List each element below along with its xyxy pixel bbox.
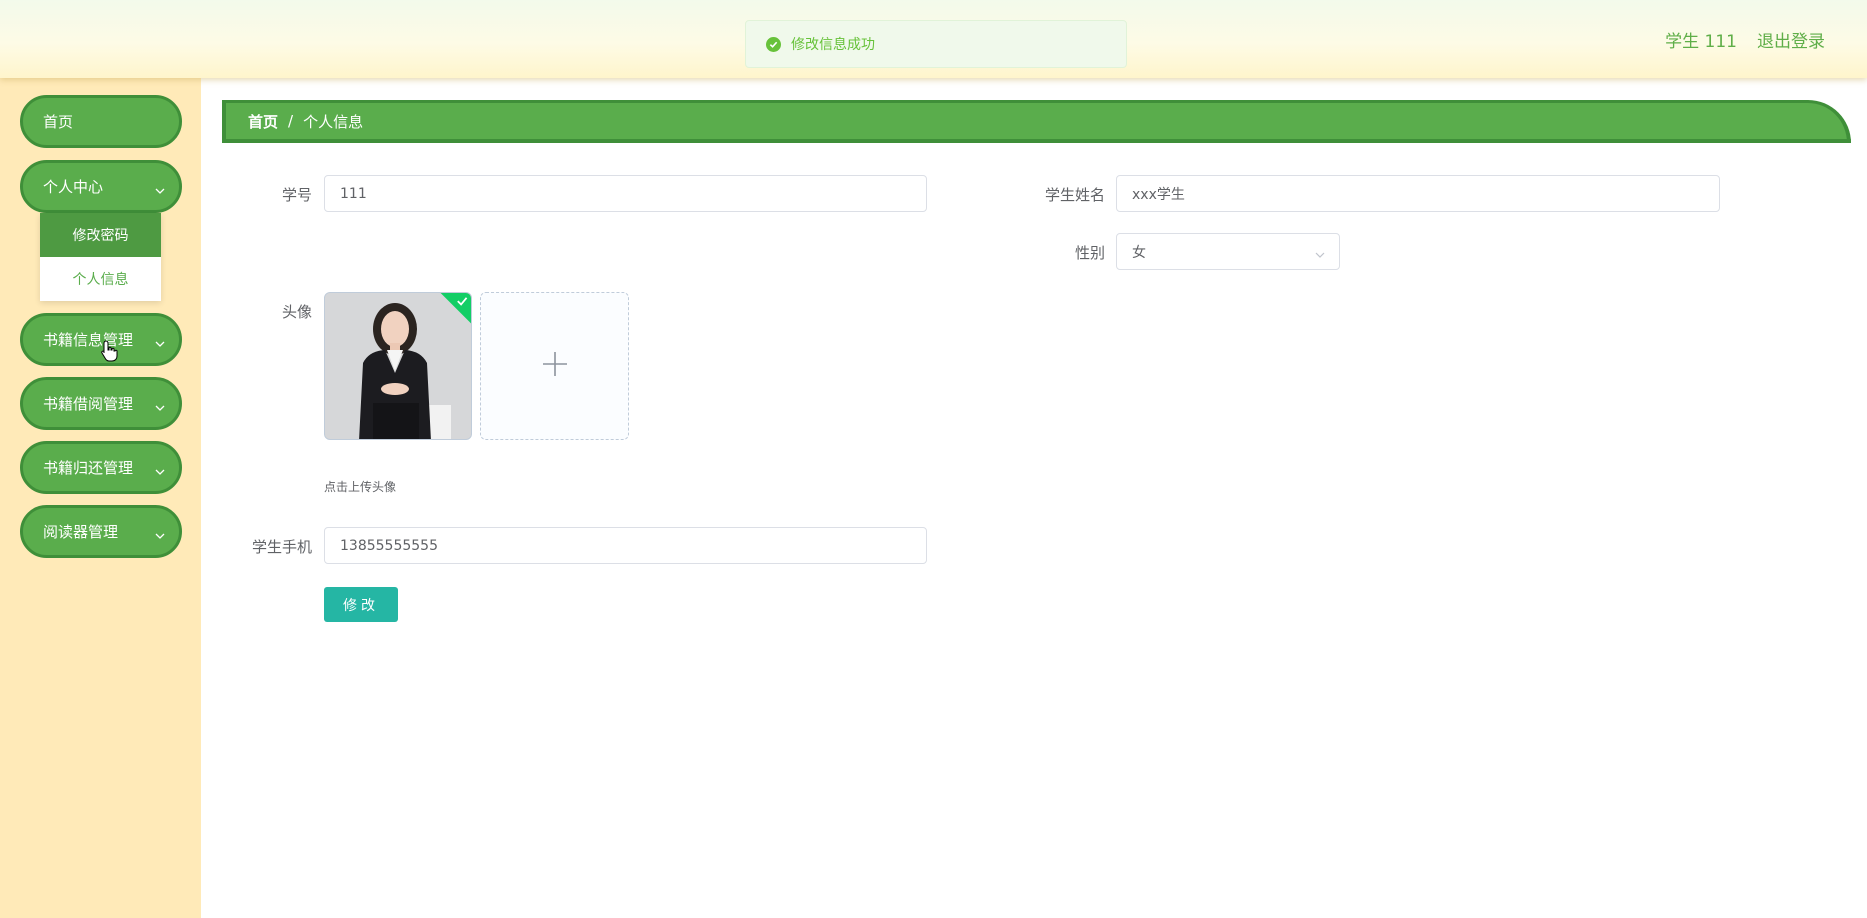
sidebar-item-home[interactable]: 首页 (20, 95, 182, 148)
toast-message: 修改信息成功 (791, 37, 875, 53)
chevron-down-icon (155, 399, 165, 417)
avatar-image[interactable] (324, 292, 472, 440)
logout-link[interactable]: 退出登录 (1757, 27, 1825, 52)
sidebar-item-label: 首页 (43, 113, 74, 131)
sidebar-subitem-personal-info[interactable]: 个人信息 (40, 257, 161, 301)
breadcrumb: 首页 / 个人信息 (222, 100, 1851, 143)
sidebar-submenu-personal-center: 修改密码 个人信息 (40, 213, 161, 301)
sidebar-item-label: 个人中心 (43, 178, 104, 196)
chevron-down-icon (155, 463, 165, 481)
student-id-input[interactable] (324, 175, 927, 212)
phone-input[interactable] (324, 527, 927, 564)
sidebar-item-label: 阅读器管理 (43, 523, 119, 541)
sidebar-item-book-borrow[interactable]: 书籍借阅管理 (20, 377, 182, 430)
student-name-label: 学生姓名 (1044, 186, 1105, 204)
plus-icon (541, 350, 569, 382)
sidebar-item-label: 书籍信息管理 (43, 331, 134, 349)
chevron-down-icon (155, 527, 165, 545)
current-user-name: 学生 111 (1665, 32, 1737, 52)
breadcrumb-current: 个人信息 (303, 112, 364, 131)
gender-select[interactable]: 女 (1116, 233, 1340, 270)
sidebar-subitem-label: 个人信息 (72, 272, 129, 288)
chevron-down-icon (155, 182, 165, 200)
check-circle-icon (766, 36, 781, 52)
avatar-upload-button[interactable] (480, 292, 629, 440)
submit-button[interactable]: 修改 (324, 587, 398, 622)
success-toast: 修改信息成功 (745, 20, 1127, 68)
avatar-label: 头像 (281, 303, 312, 321)
chevron-down-icon (1315, 248, 1325, 264)
student-id-label: 学号 (281, 186, 312, 204)
sidebar: 首页 个人中心 修改密码 个人信息 书籍信息管理 书籍借阅管理 书籍归还管理 阅… (0, 78, 201, 918)
sidebar-item-label: 书籍归还管理 (43, 459, 134, 477)
chevron-down-icon (155, 335, 165, 353)
sidebar-subitem-label: 修改密码 (72, 228, 129, 244)
sidebar-item-reader[interactable]: 阅读器管理 (20, 505, 182, 558)
upload-tip-text: 点击上传头像 (324, 480, 397, 494)
avatar-portrait (325, 293, 471, 439)
breadcrumb-home[interactable]: 首页 (248, 111, 278, 132)
phone-label: 学生手机 (251, 538, 312, 556)
gender-selected-value: 女 (1132, 244, 1146, 261)
student-name-input[interactable] (1116, 175, 1720, 212)
breadcrumb-separator: / (288, 112, 294, 130)
hand-cursor-icon (101, 340, 119, 366)
sidebar-subitem-change-password[interactable]: 修改密码 (40, 213, 161, 257)
sidebar-item-book-return[interactable]: 书籍归还管理 (20, 441, 182, 494)
sidebar-item-label: 书籍借阅管理 (43, 395, 134, 413)
gender-label: 性别 (1074, 244, 1105, 262)
sidebar-item-personal-center[interactable]: 个人中心 (20, 160, 182, 213)
check-icon (457, 293, 468, 311)
